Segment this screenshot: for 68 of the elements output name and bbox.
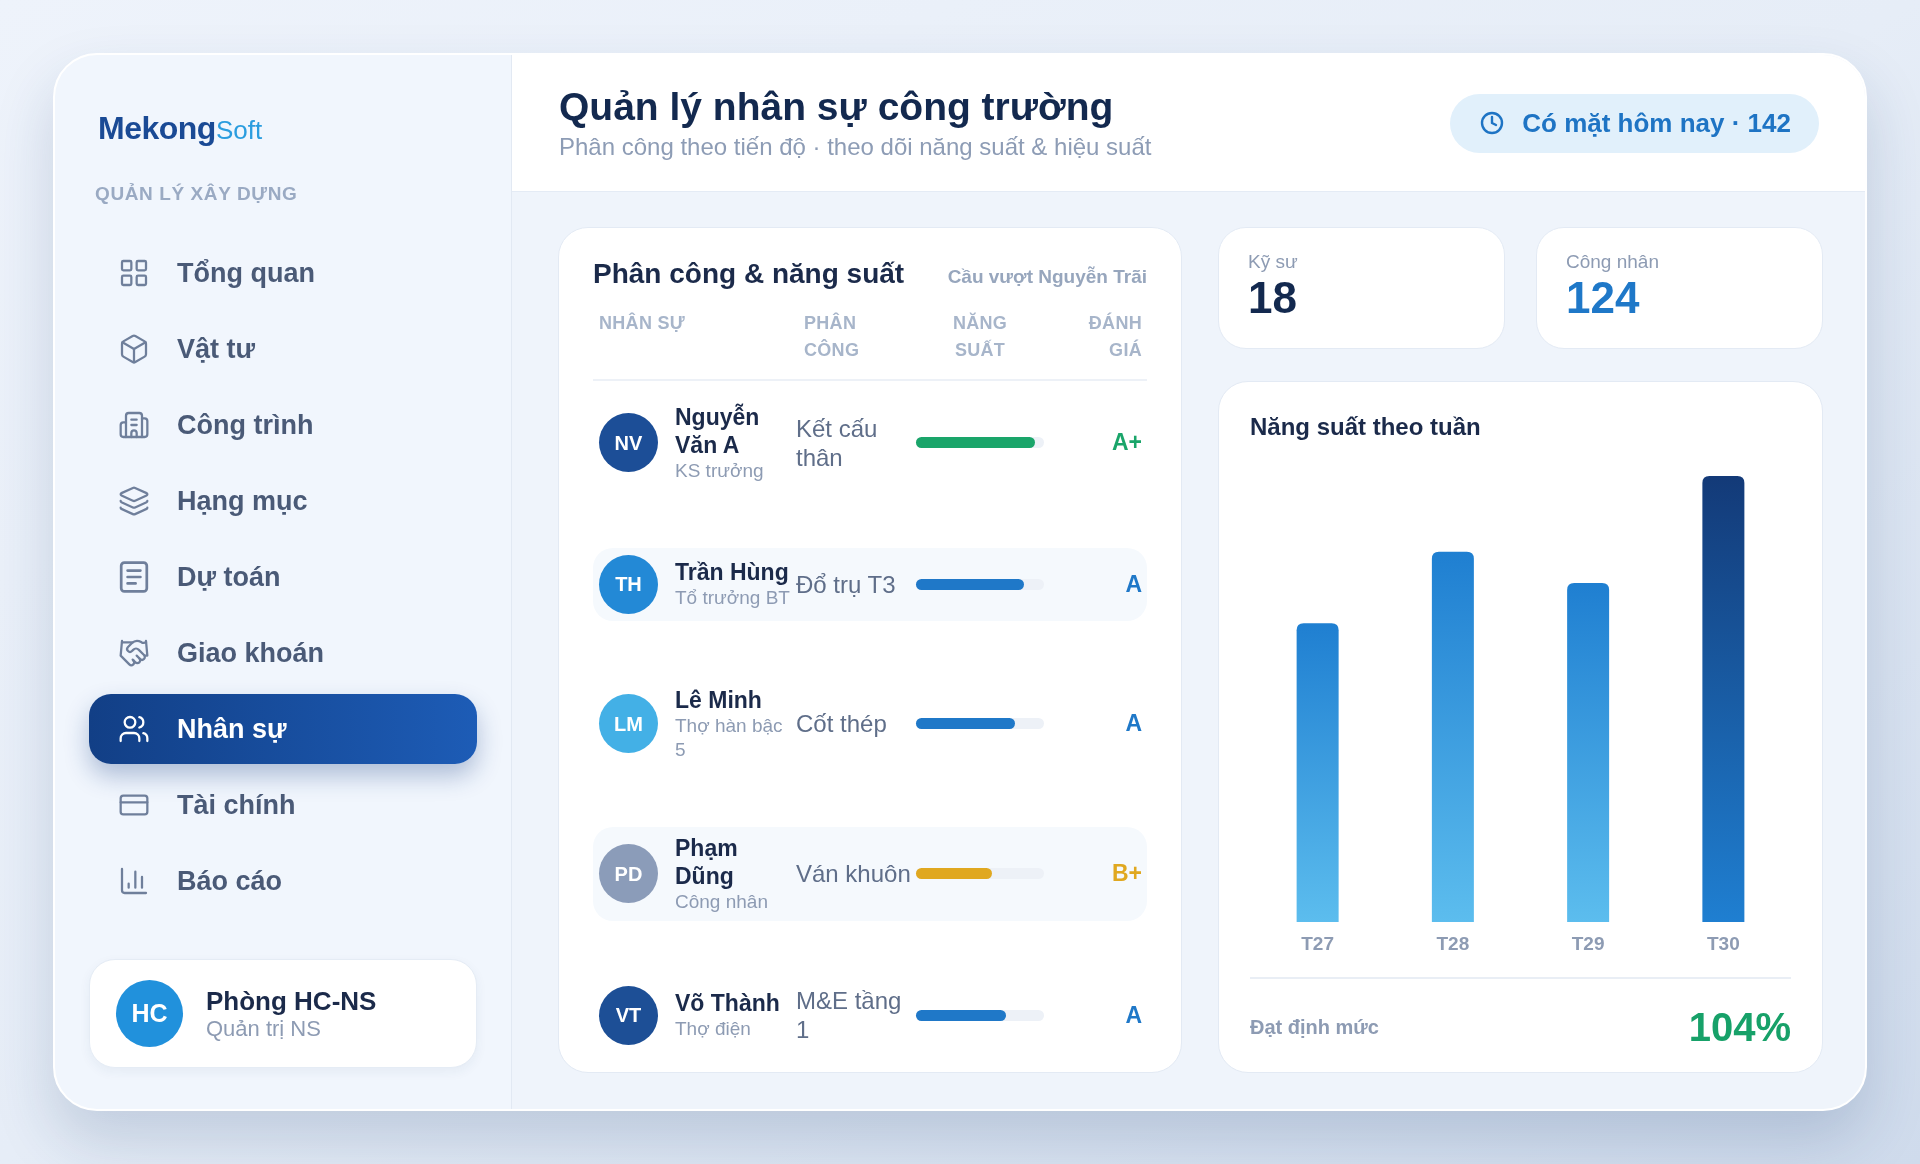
axis-label: T29: [1571, 933, 1605, 954]
chart-title: Năng suất theo tuần: [1250, 413, 1481, 441]
stat-value: 18: [1248, 274, 1297, 322]
grade-text: A: [1125, 570, 1142, 597]
person-name: Lê Minh: [675, 685, 762, 714]
page-title: Quản lý nhân sự công trường: [559, 84, 1115, 130]
clock-icon: [1480, 111, 1505, 135]
grade-text: A: [1125, 1001, 1142, 1028]
card-title: Phân công & năng suất: [593, 257, 905, 291]
column-header: ĐÁNH GIÁ: [1087, 311, 1142, 362]
person-name: Phạm Dũng: [675, 833, 739, 890]
avatar: TH: [599, 554, 658, 614]
project-name: Cầu vượt Nguyễn Trãi: [947, 265, 1147, 289]
sidebar-nav-item[interactable]: Dự toán: [89, 542, 477, 612]
sidebar-nav-item[interactable]: Công trình: [89, 390, 477, 460]
avatar: VT: [599, 985, 658, 1045]
sidebar-nav-item[interactable]: Tài chính: [89, 770, 477, 840]
grade-text: B+: [1111, 860, 1142, 887]
person-name: Nguyễn Văn A: [675, 402, 761, 459]
grid-icon: [118, 257, 150, 289]
document-icon: [118, 561, 150, 593]
sidebar-nav-item[interactable]: Nhân sự: [89, 694, 477, 764]
sidebar-nav-item[interactable]: Vật tư: [89, 314, 477, 384]
axis-label: T27: [1301, 933, 1334, 954]
sidebar-nav-item[interactable]: Giao khoán: [89, 618, 477, 688]
person-role: Công nhân: [675, 889, 768, 914]
stat-label: Kỹ sư: [1248, 250, 1298, 274]
person-role: Thợ hàn bậc 5: [675, 713, 784, 762]
avatar: NV: [599, 413, 658, 472]
section-label: QUẢN LÝ XÂY DỰNG: [95, 182, 298, 206]
assignment-text: Kết cấu thân: [796, 413, 879, 472]
stat-label: Công nhân: [1566, 250, 1659, 274]
assignment-text: Đổ trụ T3: [796, 569, 896, 599]
assignment-text: Ván khuôn: [796, 859, 911, 888]
column-header: PHÂN CÔNG: [804, 311, 861, 362]
column-header: NĂNG SUẤT: [951, 311, 1009, 362]
footer-label: Đạt định mức: [1250, 1015, 1379, 1040]
axis-label: T28: [1436, 933, 1470, 954]
building-icon: [118, 409, 150, 441]
axis-label: T30: [1707, 933, 1740, 954]
assignment-text: Cốt thép: [796, 709, 887, 738]
account-role: Quản trị NS: [206, 1015, 322, 1042]
users-icon: [118, 713, 150, 745]
layers-icon: [118, 485, 150, 517]
account-name: Phòng HC-NS: [206, 985, 377, 1016]
page-subtitle: Phân công theo tiến độ · theo dõi năng suất & hiệu suất: [559, 132, 1152, 162]
sidebar-nav-item[interactable]: Báo cáo: [89, 846, 477, 916]
footer-value: 104%: [1688, 1004, 1791, 1051]
column-header: NHÂN SỰ: [599, 311, 686, 335]
person-name: Võ Thành: [675, 989, 780, 1017]
assignment-text: M&E tầng 1: [796, 986, 903, 1044]
avatar: HC: [116, 980, 183, 1047]
bar-chart-icon: [118, 865, 150, 897]
person-role: Tổ trưởng BT: [675, 586, 790, 610]
avatar: LM: [599, 694, 658, 753]
logo-wordmark: MekongSoft: [98, 109, 263, 148]
sidebar-nav-item[interactable]: Tổng quan: [89, 238, 477, 308]
handshake-icon: [118, 637, 150, 669]
cube-icon: [118, 333, 150, 365]
attendance-text: Có mặt hôm nay · 142: [1522, 106, 1791, 140]
grade-text: A+: [1111, 429, 1142, 456]
person-role: Thợ điện: [675, 1017, 751, 1041]
person-name: Trần Hùng: [675, 558, 789, 586]
avatar: PD: [599, 844, 658, 903]
grade-text: A: [1125, 710, 1142, 737]
person-role: KS trưởng: [675, 458, 764, 483]
stat-value: 124: [1566, 274, 1640, 322]
sidebar-nav-item[interactable]: Hạng mục: [89, 466, 477, 536]
